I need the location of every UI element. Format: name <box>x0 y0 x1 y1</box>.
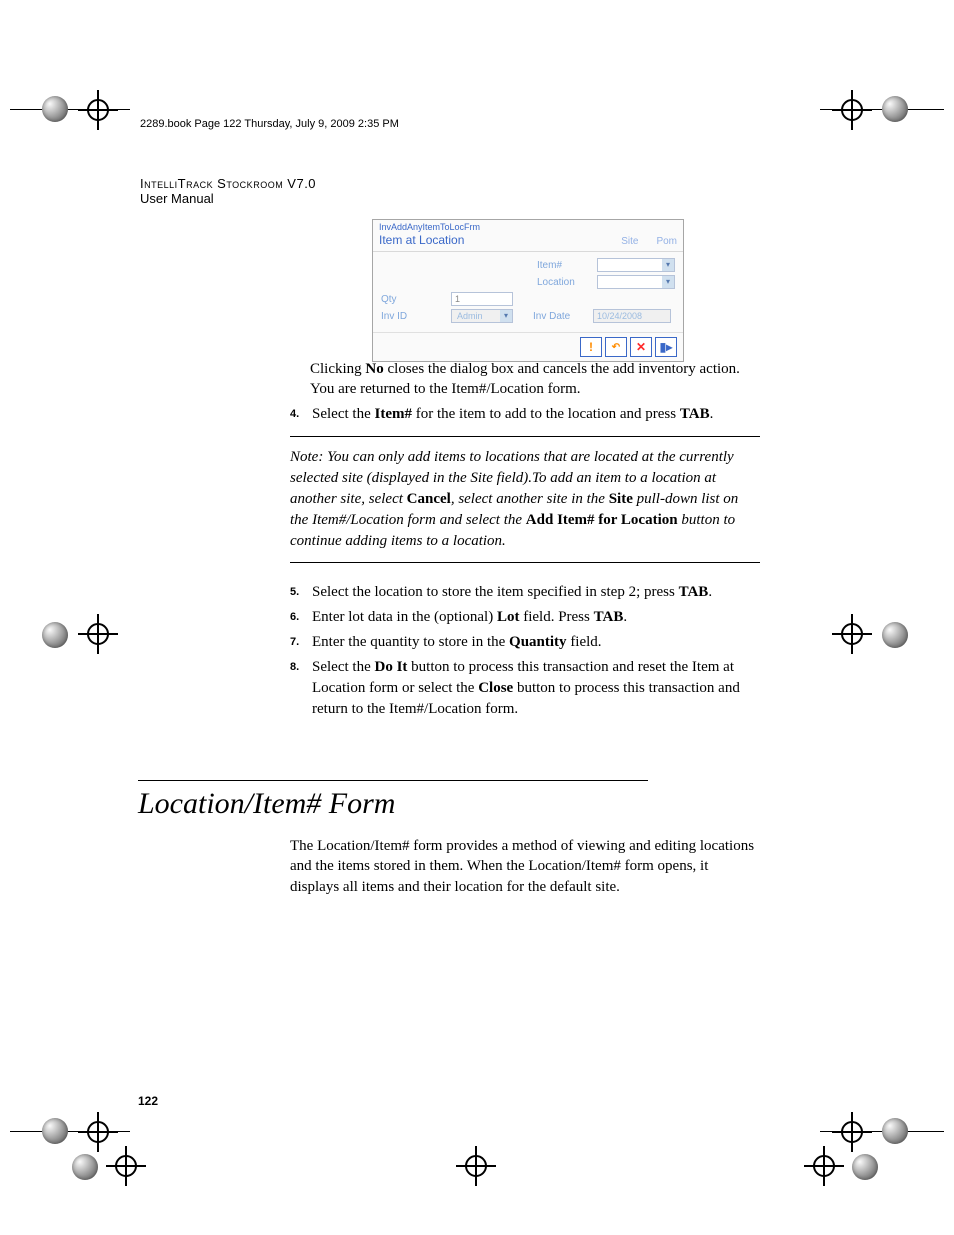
chevron-down-icon: ▾ <box>662 276 674 288</box>
exclamation-icon: ! <box>589 340 593 354</box>
register-mark-icon <box>832 614 872 654</box>
dialog-button-row: ! ↶ ✕ ▮▸ <box>373 332 683 361</box>
page-number: 122 <box>138 1094 158 1108</box>
crop-dot-icon <box>852 1154 878 1180</box>
doit-button[interactable]: ▮▸ <box>655 337 677 357</box>
chevron-down-icon: ▾ <box>662 259 674 271</box>
qty-label: Qty <box>381 294 451 305</box>
step-number: 5. <box>290 582 312 603</box>
step-number: 4. <box>290 404 312 425</box>
step-number: 7. <box>290 632 312 653</box>
invdate-input[interactable]: 10/24/2008 <box>593 309 671 323</box>
step-number: 8. <box>290 657 312 720</box>
other-label: Pom <box>656 236 677 247</box>
invid-label: Inv ID <box>381 311 451 322</box>
step-number: 6. <box>290 607 312 628</box>
crop-dot-icon <box>42 1118 68 1144</box>
invdate-label: Inv Date <box>533 311 593 322</box>
undo-icon: ↶ <box>612 342 620 353</box>
location-label: Location <box>537 277 597 288</box>
arrow-right-icon: ▮▸ <box>660 340 673 354</box>
qty-input[interactable]: 1 <box>451 292 513 306</box>
form-id-text: InvAddAnyItemToLocFrm <box>373 220 683 232</box>
crop-dot-icon <box>882 96 908 122</box>
crop-dot-icon <box>882 622 908 648</box>
invid-dropdown[interactable]: Admin ▾ <box>451 309 513 323</box>
step-4: 4. Select the Item# for the item to add … <box>290 404 762 429</box>
register-mark-icon <box>832 90 872 130</box>
location-dropdown[interactable]: ▾ <box>597 275 675 289</box>
crop-dot-icon <box>882 1118 908 1144</box>
register-mark-icon <box>804 1146 844 1186</box>
section-paragraph: The Location/Item# form provides a metho… <box>290 836 760 897</box>
chevron-down-icon: ▾ <box>500 310 512 322</box>
close-button[interactable]: ✕ <box>630 337 652 357</box>
priority-button[interactable]: ! <box>580 337 602 357</box>
crop-dot-icon <box>42 96 68 122</box>
crop-dot-icon <box>72 1154 98 1180</box>
doc-title: IntelliTrack Stockroom V7.0 <box>140 176 316 191</box>
site-label: Site <box>621 236 638 247</box>
item-label: Item# <box>537 260 597 271</box>
item-dropdown[interactable]: ▾ <box>597 258 675 272</box>
dialog-figure: InvAddAnyItemToLocFrm Item at Location S… <box>372 219 684 362</box>
close-icon: ✕ <box>636 340 646 354</box>
register-mark-icon <box>106 1146 146 1186</box>
dialog-title: Item at Location <box>379 233 464 247</box>
register-mark-icon <box>78 614 118 654</box>
paragraph-after-figure: Clicking No closes the dialog box and ca… <box>310 359 760 400</box>
doc-subtitle: User Manual <box>140 191 214 206</box>
dialog-titlebar: Item at Location Site Pom <box>373 232 683 252</box>
page-header-text: 2289.book Page 122 Thursday, July 9, 200… <box>140 118 399 130</box>
note-box: Note: You can only add items to location… <box>290 436 760 563</box>
reset-button[interactable]: ↶ <box>605 337 627 357</box>
section-heading: Location/Item# Form <box>138 780 648 821</box>
register-mark-icon <box>78 90 118 130</box>
register-mark-icon <box>456 1146 496 1186</box>
crop-dot-icon <box>42 622 68 648</box>
steps-5-8: 5. Select the location to store the item… <box>290 582 762 724</box>
